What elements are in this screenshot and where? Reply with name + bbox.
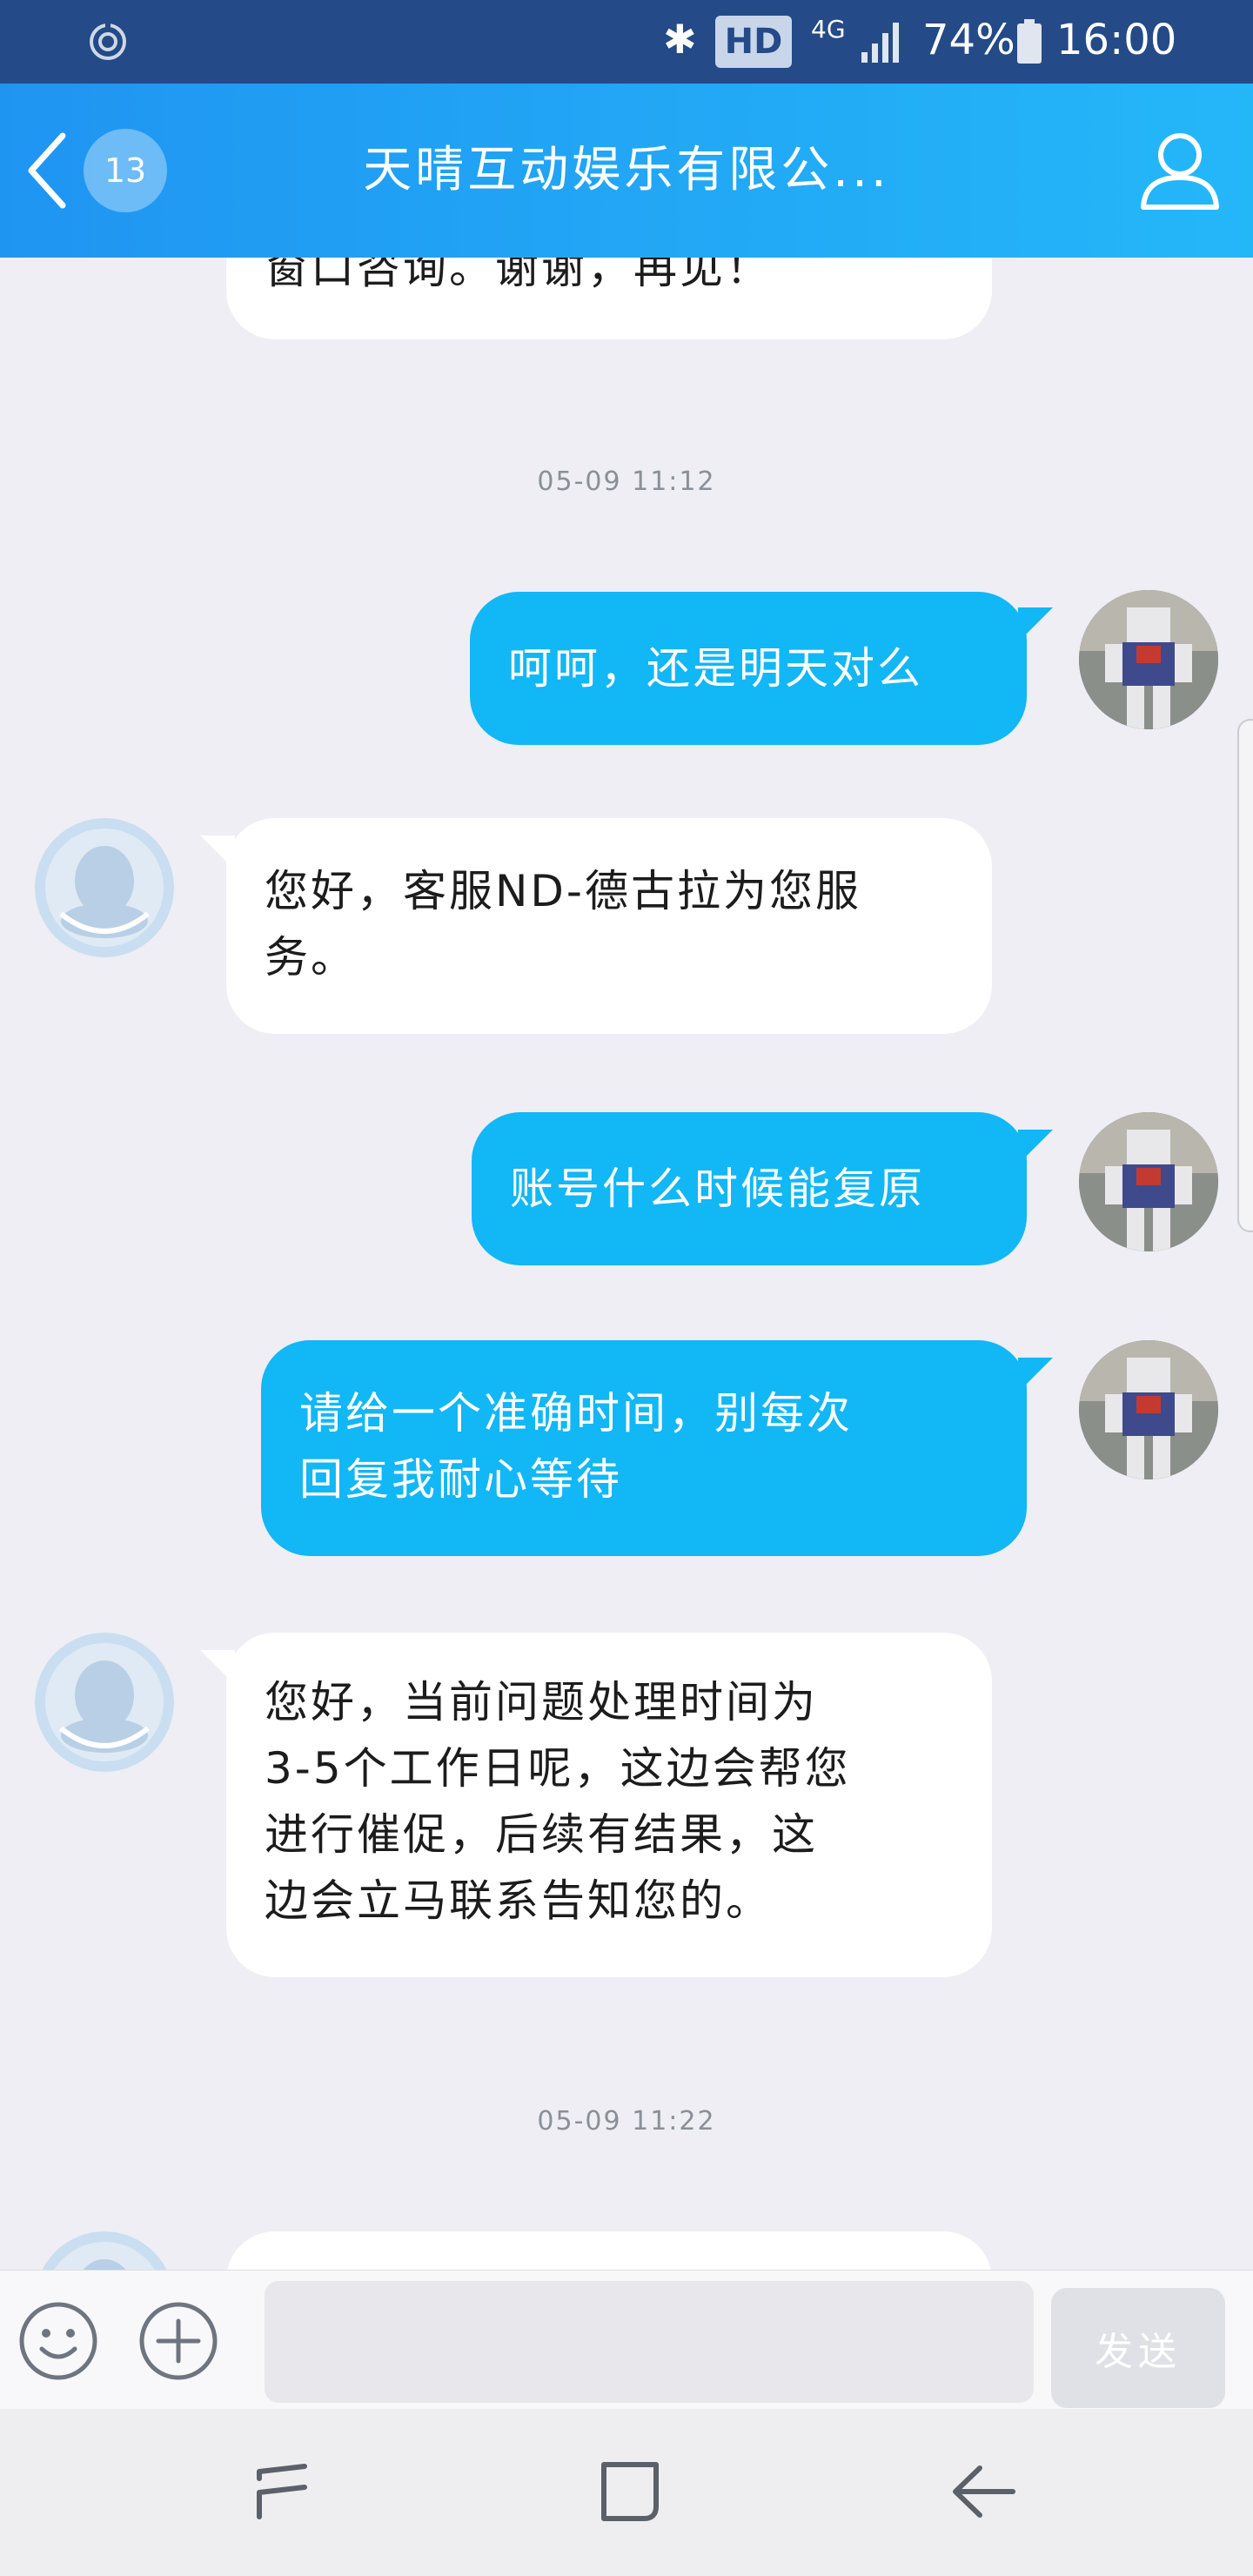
- clock: 16:00: [1056, 16, 1177, 64]
- sync-icon: [90, 23, 126, 60]
- penguin-avatar-image: [42, 2231, 167, 2270]
- network-type: 4G: [811, 15, 846, 44]
- message-input[interactable]: [265, 2281, 1034, 2403]
- hd-badge: HD: [715, 16, 792, 68]
- message-text: 您好，当前问题处理时间为 3-5个工作日呢，这边会帮您 进行催促，后续有结果，这…: [265, 1677, 851, 1926]
- home-icon[interactable]: [592, 2452, 670, 2531]
- battery-icon: [1017, 19, 1042, 64]
- add-icon[interactable]: [137, 2300, 219, 2382]
- message-timestamp: 05-09 11:12: [537, 466, 716, 497]
- incoming-message[interactable]: 您好，当前问题处理时间为 3-5个工作日呢，这边会帮您 进行催促，后续有结果，这…: [226, 1633, 992, 1977]
- message-text: 窗口咨询。谢谢，再见！: [265, 258, 772, 293]
- agent-avatar[interactable]: [35, 2231, 174, 2270]
- scroll-indicator[interactable]: [1237, 719, 1253, 1232]
- incoming-message[interactable]: 窗口咨询。谢谢，再见！: [226, 258, 992, 339]
- robot-avatar-image: [1079, 1112, 1218, 1251]
- robot-avatar-image: [1079, 590, 1218, 729]
- outgoing-message[interactable]: 呵呵，还是明天对么: [470, 592, 1027, 745]
- message-input-bar: 发送: [0, 2270, 1253, 2409]
- message-list[interactable]: 窗口咨询。谢谢，再见！ 05-09 11:12 呵呵，还是明天对么 您好，客服N…: [0, 258, 1253, 2270]
- recent-apps-icon[interactable]: [244, 2452, 322, 2531]
- chat-screen: ✱ HD 4G 74% 16:00 13 天晴互动娱乐有限公... 窗口咨询。谢…: [0, 0, 1253, 2576]
- incoming-message[interactable]: [226, 2231, 992, 2270]
- emoji-icon[interactable]: [17, 2300, 99, 2382]
- agent-avatar[interactable]: [35, 818, 174, 957]
- outgoing-message[interactable]: 账号什么时候能复原: [472, 1112, 1027, 1265]
- outgoing-message[interactable]: 请给一个准确时间，别每次 回复我耐心等待: [261, 1340, 1027, 1556]
- user-profile-icon[interactable]: [1136, 127, 1223, 214]
- battery-percent: 74%: [922, 16, 1015, 64]
- user-avatar[interactable]: [1079, 590, 1218, 729]
- incoming-message[interactable]: 您好，客服ND-德古拉为您服 务。: [226, 818, 992, 1034]
- back-icon[interactable]: [945, 2452, 1023, 2531]
- penguin-avatar-image: [35, 818, 174, 957]
- signal-icon: [861, 23, 899, 63]
- penguin-avatar-image: [35, 1633, 174, 1772]
- agent-avatar[interactable]: [35, 1633, 174, 1772]
- chat-title: 天晴互动娱乐有限公...: [363, 142, 890, 198]
- bluetooth-icon: ✱: [663, 16, 697, 63]
- message-timestamp: 05-09 11:22: [537, 2106, 716, 2137]
- system-navigation-bar: [0, 2409, 1253, 2576]
- send-button[interactable]: 发送: [1051, 2288, 1225, 2408]
- robot-avatar-image: [1079, 1340, 1218, 1479]
- user-avatar[interactable]: [1079, 1340, 1218, 1479]
- unread-count-badge[interactable]: 13: [84, 129, 167, 212]
- message-text: 账号什么时候能复原: [510, 1164, 925, 1214]
- status-bar: ✱ HD 4G 74% 16:00: [0, 0, 1253, 84]
- user-avatar[interactable]: [1079, 1112, 1218, 1251]
- back-arrow-icon[interactable]: [21, 127, 73, 214]
- message-text: 请给一个准确时间，别每次 回复我耐心等待: [299, 1388, 853, 1505]
- message-text: 您好，客服ND-德古拉为您服 务。: [265, 866, 861, 983]
- message-text: 呵呵，还是明天对么: [508, 643, 923, 694]
- chat-header: 13 天晴互动娱乐有限公...: [0, 84, 1253, 258]
